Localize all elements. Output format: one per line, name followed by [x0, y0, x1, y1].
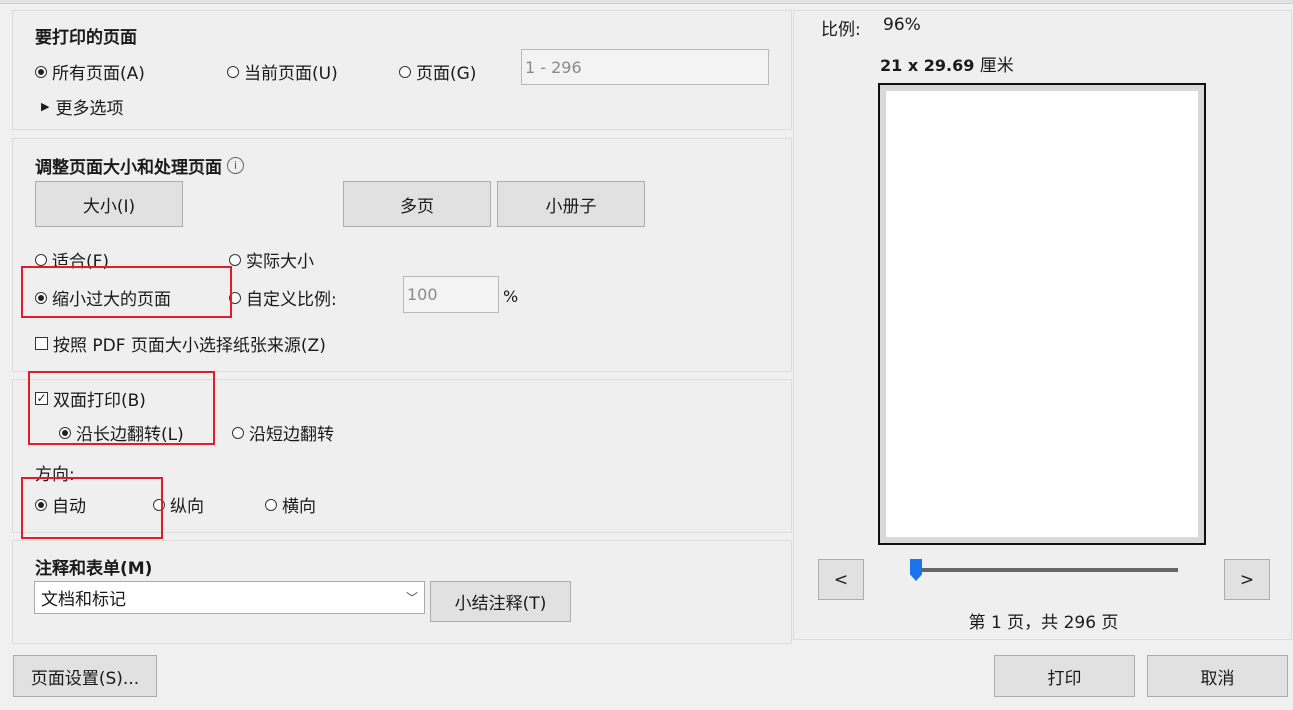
multiple-pages-button[interactable]: 多页 [343, 181, 491, 227]
booklet-label: 小册子 [545, 196, 597, 217]
page-sizing-panel: 调整页面大小和处理页面 i 大小(I) 多页 小册子 适合(F) 实际大小 缩小… [12, 138, 792, 372]
radio-pages[interactable]: 页面(G) [399, 59, 476, 84]
prev-page-button[interactable]: < [818, 559, 864, 600]
size-button-label: 大小(I) [82, 196, 136, 217]
checkbox-unchecked [35, 337, 48, 350]
chevron-down-icon: ﹀ [405, 591, 418, 605]
pages-section-title: 要打印的页面 [35, 28, 137, 48]
radio-actual-size[interactable]: 实际大小 [229, 247, 314, 272]
resize-section-title: 调整页面大小和处理页面 i [35, 153, 244, 178]
pages-to-print-panel: 要打印的页面 所有页面(A) 当前页面(U) 页面(G) 1 - 296 ▶ 更… [12, 10, 792, 130]
paper-dimensions: 21 x 29.69 厘米 [880, 51, 1014, 76]
radio-circle [229, 253, 241, 266]
next-page-label: > [1239, 569, 1255, 590]
cancel-button[interactable]: 取消 [1147, 655, 1288, 697]
comments-dropdown[interactable]: 文档和标记 ﹀ [34, 581, 425, 614]
custom-scale-label: 自定义比例: [246, 290, 337, 310]
more-options-toggle[interactable]: ▶ 更多选项 [41, 94, 123, 119]
radio-circle [265, 498, 277, 511]
caret-right-icon: ▶ [41, 100, 50, 113]
preview-panel: 比例: 96% 21 x 29.69 厘米 < > 第 1 页，共 296 页 [793, 10, 1292, 640]
paper-dims-value: 21 x 29.69 [880, 56, 975, 75]
resize-section-title-text: 调整页面大小和处理页面 [35, 158, 222, 178]
radio-custom-scale[interactable]: 自定义比例: [229, 285, 337, 310]
pages-range-input[interactable]: 1 - 296 [521, 49, 769, 85]
scale-value: 96% [883, 15, 921, 35]
page-slider-track[interactable] [914, 568, 1178, 572]
summarize-comments-label: 小结注释(T) [454, 594, 547, 614]
landscape-label: 横向 [282, 497, 316, 517]
highlight-box-duplex [28, 371, 215, 445]
radio-circle [227, 65, 239, 78]
page-setup-button[interactable]: 页面设置(S)... [13, 655, 157, 697]
top-border [0, 0, 1293, 4]
radio-orientation-landscape[interactable]: 横向 [265, 492, 316, 517]
booklet-button[interactable]: 小册子 [497, 181, 645, 227]
highlight-box-shrink [21, 266, 232, 318]
print-label: 打印 [1047, 668, 1082, 689]
paper-unit: 厘米 [979, 56, 1014, 76]
comments-dropdown-value: 文档和标记 [41, 590, 126, 610]
radio-circle [399, 65, 411, 78]
actual-size-label: 实际大小 [246, 252, 314, 272]
multiple-pages-label: 多页 [400, 196, 434, 217]
paper-source-checkbox[interactable]: 按照 PDF 页面大小选择纸张来源(Z) [35, 331, 326, 356]
next-page-button[interactable]: > [1224, 559, 1270, 600]
size-button[interactable]: 大小(I) [35, 181, 183, 227]
custom-scale-input[interactable]: 100 [403, 276, 499, 313]
radio-current-page[interactable]: 当前页面(U) [227, 59, 338, 84]
info-icon[interactable]: i [227, 157, 244, 174]
paper-source-label: 按照 PDF 页面大小选择纸张来源(Z) [53, 336, 326, 356]
radio-all-pages[interactable]: 所有页面(A) [35, 59, 145, 84]
pages-label: 页面(G) [416, 64, 477, 84]
current-page-label: 当前页面(U) [244, 64, 338, 84]
more-options-label: 更多选项 [55, 99, 124, 119]
cancel-label: 取消 [1200, 668, 1235, 689]
short-edge-label: 沿短边翻转 [249, 425, 334, 445]
page-setup-label: 页面设置(S)... [30, 668, 140, 689]
scale-label: 比例: [821, 20, 861, 40]
prev-page-label: < [833, 569, 849, 590]
highlight-box-orientation [21, 477, 163, 539]
page-preview-paper [886, 91, 1198, 537]
radio-circle [35, 253, 47, 266]
comments-forms-panel: 注释和表单(M) 文档和标记 ﹀ 小结注释(T) [12, 540, 792, 644]
portrait-label: 纵向 [170, 497, 204, 517]
page-slider-thumb[interactable] [910, 559, 922, 581]
comments-section-title: 注释和表单(M) [35, 559, 153, 579]
radio-circle-selected [35, 65, 47, 78]
page-info-text: 第 1 页，共 296 页 [968, 613, 1119, 633]
page-preview-frame [878, 83, 1206, 545]
print-button[interactable]: 打印 [994, 655, 1135, 697]
radio-circle [232, 426, 244, 439]
radio-short-edge[interactable]: 沿短边翻转 [232, 420, 334, 445]
percent-sign: % [503, 287, 519, 306]
all-pages-label: 所有页面(A) [52, 64, 145, 84]
summarize-comments-button[interactable]: 小结注释(T) [430, 581, 571, 622]
